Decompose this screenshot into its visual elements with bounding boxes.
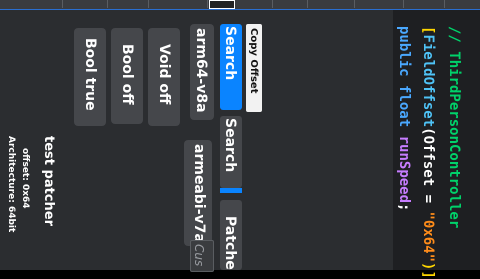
toolbar-segment[interactable] <box>24 0 63 8</box>
code-line-attribute: [FieldOffset(Offset = "0x64")] <box>420 26 436 279</box>
toolbar-segment[interactable] <box>273 0 308 8</box>
toolbar-segment[interactable] <box>308 0 355 8</box>
tab-search-secondary-label: Search <box>222 118 238 173</box>
custom-input-placeholder: Cus <box>192 244 206 267</box>
toolbar-segment[interactable] <box>63 0 108 8</box>
architecture-info: Architecture: 64bit <box>6 136 16 233</box>
toolbar-segment[interactable] <box>108 0 149 8</box>
app-screen: // ThirdPersonController [FieldOffset(Of… <box>0 0 480 279</box>
toolbar-segment[interactable] <box>149 0 208 8</box>
bool-off-label: Bool off <box>119 44 135 105</box>
toolbar-segment[interactable] <box>355 0 404 8</box>
code-line-declaration: public float runSpeed; <box>396 26 412 212</box>
copy-offset-label: Copy Offset <box>248 28 259 94</box>
toolbar-segment[interactable] <box>236 0 273 8</box>
armeabi-label: armeabi-v7a <box>191 144 207 243</box>
offset-info: offset: 0x64 <box>20 148 30 209</box>
code-line-comment: // ThirdPersonController <box>446 26 462 229</box>
toolbar-selected-item[interactable] <box>209 0 235 9</box>
tab-patches-label: Patche <box>222 216 238 270</box>
patcher-title: test patcher <box>41 136 56 226</box>
toolbar-segment[interactable] <box>404 0 445 8</box>
top-toolbar <box>0 0 480 10</box>
tab-search-label: Search <box>222 26 238 81</box>
void-off-label: Void off <box>156 44 172 105</box>
arm64-label: arm64-v8a <box>193 28 209 113</box>
bool-true-label: Bool true <box>82 38 98 111</box>
tab-underline <box>220 188 242 193</box>
